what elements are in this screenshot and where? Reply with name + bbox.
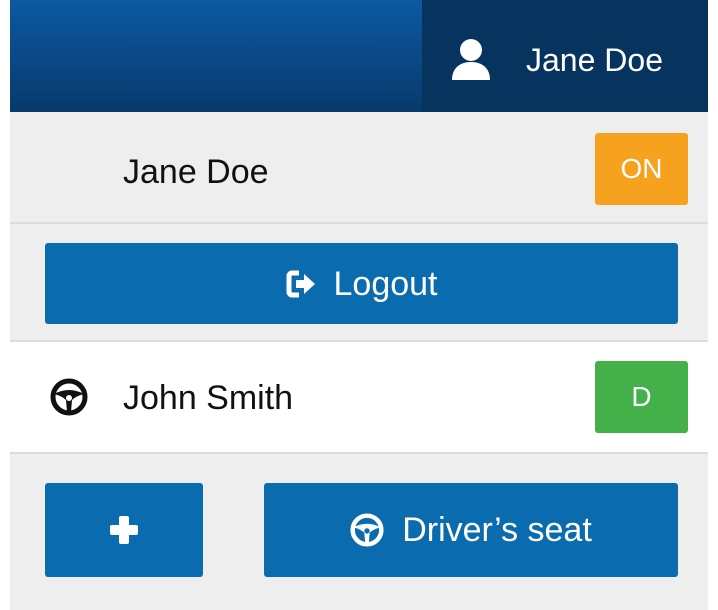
sign-out-icon: [286, 270, 316, 298]
steering-wheel-icon: [50, 378, 88, 416]
driver-row[interactable]: John Smith D: [10, 342, 708, 454]
top-bar: Jane Doe: [10, 0, 708, 112]
driver-badge: D: [595, 361, 688, 433]
user-menu-button[interactable]: Jane Doe: [422, 0, 708, 112]
drivers-seat-label: Driver’s seat: [402, 511, 592, 549]
app-frame: Jane Doe Jane Doe ON Logout John Smith D…: [10, 0, 708, 610]
current-user-row: Jane Doe ON: [10, 112, 708, 224]
plus-icon: [109, 515, 139, 545]
logout-row: Logout: [10, 224, 708, 342]
driver-name: John Smith: [123, 379, 294, 417]
status-badge: ON: [595, 133, 688, 205]
steering-wheel-icon: [350, 513, 384, 547]
action-row: Driver’s seat: [10, 454, 708, 610]
logout-button[interactable]: Logout: [45, 243, 678, 324]
header-user-name: Jane Doe: [526, 42, 663, 78]
drivers-seat-button[interactable]: Driver’s seat: [264, 483, 678, 577]
logout-label: Logout: [333, 264, 438, 303]
user-icon: [450, 38, 492, 80]
current-user-name: Jane Doe: [123, 153, 269, 191]
add-button[interactable]: [45, 483, 203, 577]
